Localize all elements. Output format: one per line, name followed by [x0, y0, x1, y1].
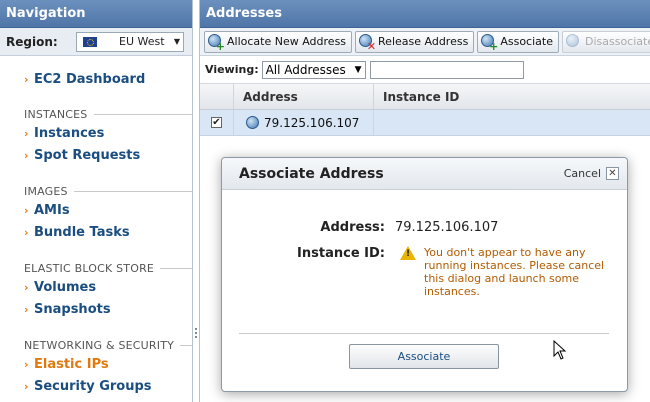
viewing-label: Viewing:: [205, 63, 259, 76]
region-label: Region:: [6, 34, 58, 49]
sidebar-item-label: Spot Requests: [34, 147, 141, 163]
address-value: 79.125.106.107: [395, 220, 499, 235]
viewing-filter-row: Viewing: All Addresses ▼: [200, 56, 650, 84]
row-checkbox[interactable]: ✔: [211, 117, 222, 128]
chevron-right-icon: ›: [24, 225, 29, 239]
section-title-text: NETWORKING & SECURITY: [24, 338, 175, 352]
release-address-button[interactable]: ✕ Release Address: [355, 30, 475, 53]
navigation-sidebar: Navigation Region: EU West ▼ › EC2 Dashb…: [0, 0, 193, 402]
divider: [239, 333, 609, 334]
grid-header: Address Instance ID: [200, 84, 650, 110]
chevron-right-icon: ›: [24, 280, 29, 294]
sidebar-item-label: Elastic IPs: [34, 356, 109, 372]
address-cell: 79.125.106.107: [234, 110, 374, 135]
sidebar-item-spot-requests[interactable]: › Spot Requests: [0, 144, 193, 166]
section-title: ELASTIC BLOCK STORE: [0, 260, 193, 276]
globe-icon: [246, 116, 259, 129]
chevron-right-icon: ›: [24, 379, 29, 393]
viewing-value: All Addresses: [265, 62, 346, 77]
unlink-icon: [565, 33, 582, 50]
section-title-text: ELASTIC BLOCK STORE: [24, 261, 155, 275]
panel-title: Addresses: [200, 0, 650, 28]
disassociate-button[interactable]: Disassociate: [561, 30, 650, 53]
chevron-right-icon: ›: [24, 203, 29, 217]
chevron-right-icon: ›: [24, 302, 29, 316]
close-icon[interactable]: ✕: [606, 167, 619, 180]
column-header-address[interactable]: Address: [234, 84, 374, 109]
divider: [160, 267, 193, 269]
button-label: Disassociate: [584, 35, 650, 48]
sidebar-item-label: Snapshots: [34, 301, 111, 317]
sidebar-item-label: Volumes: [34, 279, 97, 295]
address-value: 79.125.106.107: [264, 115, 360, 130]
sidebar-item-ec2-dashboard[interactable]: › EC2 Dashboard: [0, 68, 193, 90]
eu-flag-icon: [83, 36, 97, 47]
chevron-right-icon: ›: [24, 126, 29, 140]
divider: [93, 113, 193, 115]
chevron-right-icon: ›: [24, 72, 29, 86]
chevron-down-icon: ▼: [354, 64, 362, 75]
toolbar: + Allocate New Address ✕ Release Address…: [200, 28, 650, 56]
instance-id-cell: [374, 110, 650, 135]
sidebar-title: Navigation: [0, 0, 192, 28]
section-title: IMAGES: [0, 183, 193, 199]
viewing-select[interactable]: All Addresses ▼: [261, 60, 366, 79]
splitter-handle[interactable]: [194, 328, 198, 342]
sidebar-item-label: Instances: [34, 125, 105, 141]
chevron-right-icon: ›: [24, 357, 29, 371]
sidebar-item-instances[interactable]: › Instances: [0, 122, 193, 144]
globe-add-icon: +: [208, 33, 225, 52]
globe-link-icon: +: [481, 33, 498, 52]
button-label: Associate: [500, 35, 553, 48]
row-select-cell: ✔: [200, 110, 234, 135]
nav-section-instances: INSTANCES › Instances › Spot Requests: [0, 106, 193, 166]
sidebar-item-amis[interactable]: › AMIs: [0, 199, 193, 221]
associate-button[interactable]: Associate: [349, 344, 499, 369]
chevron-right-icon: ›: [24, 148, 29, 162]
address-label: Address:: [320, 220, 385, 235]
section-title: INSTANCES: [0, 106, 193, 122]
sidebar-item-label: Security Groups: [34, 378, 152, 394]
sidebar-item-label: EC2 Dashboard: [34, 71, 146, 87]
associate-toolbar-button[interactable]: + Associate: [477, 30, 559, 53]
sidebar-item-label: AMIs: [34, 202, 70, 218]
dialog-cancel-link[interactable]: Cancel ✕: [564, 167, 619, 180]
button-label: Release Address: [378, 35, 469, 48]
sidebar-item-volumes[interactable]: › Volumes: [0, 276, 193, 298]
nav-section-networking: NETWORKING & SECURITY › Elastic IPs › Secu…: [0, 337, 193, 397]
chevron-down-icon: ▼: [173, 37, 180, 46]
nav-section-images: IMAGES › AMIs › Bundle Tasks: [0, 183, 193, 243]
divider: [180, 344, 193, 346]
section-title: NETWORKING & SECURITY: [0, 337, 193, 353]
mouse-pointer-icon: [553, 340, 567, 360]
region-row: Region: EU West ▼: [0, 28, 192, 56]
globe-remove-icon: ✕: [359, 33, 376, 52]
sidebar-item-label: Bundle Tasks: [34, 224, 130, 240]
button-label: Allocate New Address: [227, 35, 347, 48]
section-title-text: INSTANCES: [24, 107, 88, 121]
column-header-instance-id[interactable]: Instance ID: [374, 84, 650, 109]
sidebar-item-snapshots[interactable]: › Snapshots: [0, 298, 193, 320]
sidebar-item-bundle-tasks[interactable]: › Bundle Tasks: [0, 221, 193, 243]
region-value: EU West: [119, 35, 165, 48]
cancel-label: Cancel: [563, 167, 601, 180]
divider: [73, 190, 193, 192]
sidebar-item-elastic-ips[interactable]: › Elastic IPs: [0, 353, 193, 375]
sidebar-item-security-groups[interactable]: › Security Groups: [0, 375, 193, 397]
dialog-title: Associate Address: [239, 165, 384, 182]
search-input[interactable]: [369, 60, 524, 79]
nav-dashboard: › EC2 Dashboard: [0, 68, 193, 90]
allocate-new-address-button[interactable]: + Allocate New Address: [204, 30, 353, 53]
instance-id-label: Instance ID:: [297, 246, 385, 261]
warning-message: You don't appear to have any running ins…: [424, 246, 605, 298]
nav-section-ebs: ELASTIC BLOCK STORE › Volumes › Snapshots: [0, 260, 193, 320]
section-title-text: IMAGES: [24, 184, 68, 198]
table-row[interactable]: ✔ 79.125.106.107: [200, 110, 650, 136]
dialog-header: Associate Address Cancel ✕: [222, 158, 627, 190]
select-column-header: [200, 84, 234, 109]
warning-mark: !: [406, 249, 411, 259]
region-select[interactable]: EU West ▼: [76, 31, 184, 52]
